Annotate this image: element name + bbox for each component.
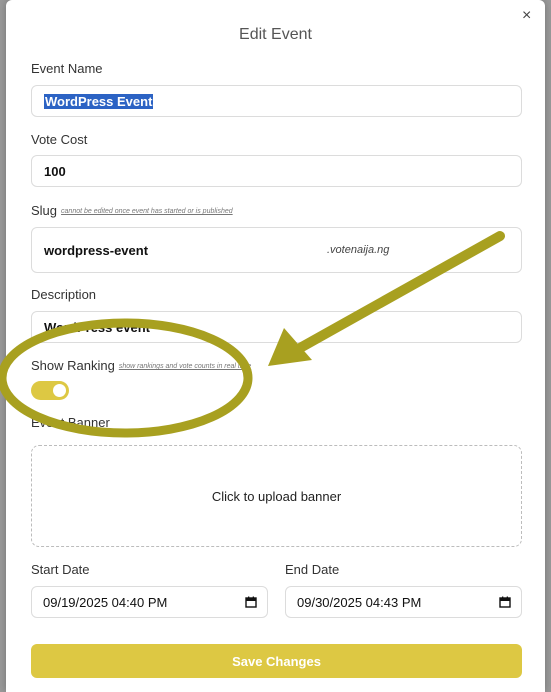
event-name-input[interactable]: WordPress Event bbox=[31, 85, 522, 117]
show-ranking-hint: show rankings and vote counts in real ti… bbox=[118, 363, 252, 371]
calendar-icon[interactable] bbox=[245, 596, 257, 608]
close-icon[interactable]: × bbox=[522, 8, 531, 24]
vote-cost-input[interactable]: 100 bbox=[31, 155, 522, 187]
event-banner-label: Event Banner bbox=[31, 415, 110, 430]
calendar-icon[interactable] bbox=[499, 596, 511, 608]
slug-label-row: Slug cannot be edited once event has star… bbox=[31, 203, 233, 218]
vote-cost-label: Vote Cost bbox=[31, 132, 88, 147]
toggle-knob bbox=[53, 384, 66, 397]
upload-banner-text: Click to upload banner bbox=[211, 488, 342, 504]
slug-input[interactable]: wordpress-event .votenaija.ng bbox=[31, 227, 522, 273]
end-date-value: 09/30/2025 04:43 PM bbox=[297, 594, 422, 610]
slug-value: wordpress-event bbox=[44, 242, 149, 258]
start-date-input[interactable]: 09/19/2025 04:40 PM bbox=[31, 586, 268, 618]
event-name-label: Event Name bbox=[31, 61, 103, 76]
vote-cost-value: 100 bbox=[44, 163, 66, 179]
description-value: WordPress event bbox=[44, 319, 150, 335]
banner-upload-area[interactable]: Click to upload banner bbox=[31, 445, 522, 547]
start-date-value: 09/19/2025 04:40 PM bbox=[43, 594, 168, 610]
slug-domain-suffix: .votenaija.ng bbox=[327, 244, 390, 256]
end-date-label: End Date bbox=[285, 562, 340, 577]
show-ranking-toggle[interactable] bbox=[31, 381, 69, 400]
save-changes-button[interactable]: Save Changes bbox=[31, 644, 522, 678]
show-ranking-label-row: Show Ranking show rankings and vote count… bbox=[31, 358, 251, 373]
description-input[interactable]: WordPress event bbox=[31, 311, 522, 343]
event-name-value: WordPress Event bbox=[44, 93, 154, 109]
description-label: Description bbox=[31, 287, 97, 302]
modal-title: Edit Event bbox=[239, 26, 312, 43]
slug-label: Slug bbox=[31, 203, 58, 218]
slug-hint: cannot be edited once event has started … bbox=[61, 208, 233, 216]
start-date-label: Start Date bbox=[31, 562, 90, 577]
show-ranking-label: Show Ranking bbox=[31, 358, 115, 373]
end-date-input[interactable]: 09/30/2025 04:43 PM bbox=[285, 586, 522, 618]
